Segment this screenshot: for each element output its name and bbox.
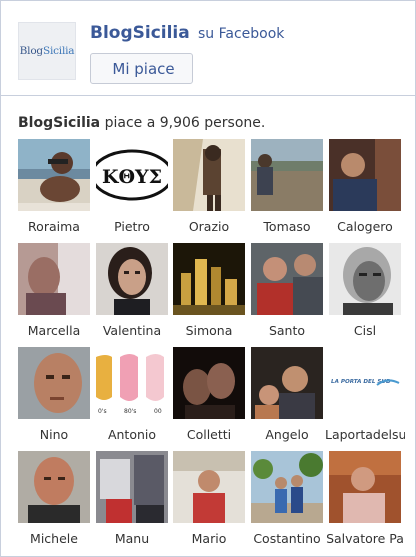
fan-item[interactable]: Nino (18, 347, 92, 451)
fan-item[interactable]: Orazio (173, 139, 247, 243)
fan-photo[interactable] (173, 451, 245, 523)
pietro-photo-text: ΚΘΥΣ (102, 166, 162, 188)
page-name-link[interactable]: BlogSicilia (90, 23, 190, 43)
fan-name[interactable]: Laportadelsud (325, 427, 405, 442)
fan-photo[interactable] (18, 139, 90, 211)
like-button-label: Mi piace (112, 59, 175, 78)
fan-photo[interactable]: LA PORTA DEL SUD (329, 347, 401, 419)
fan-grid: Roraima ΚΘΥΣ Pietro Orazio Tomaso Caloge… (18, 139, 413, 554)
fan-name[interactable]: Orazio (169, 219, 249, 234)
fan-photo[interactable] (173, 139, 245, 211)
fan-photo[interactable] (251, 451, 323, 523)
fan-photo[interactable] (251, 139, 323, 211)
logo-text-blog: Blog (19, 45, 44, 57)
fan-item[interactable]: LA PORTA DEL SUD Laportadelsud (325, 347, 405, 451)
fan-item[interactable]: Simona (173, 243, 247, 347)
fan-name[interactable]: Pietro (92, 219, 172, 234)
fan-photo[interactable] (251, 347, 323, 419)
fan-name[interactable]: Calogero (325, 219, 405, 234)
fan-name[interactable]: Roraima (14, 219, 94, 234)
fan-item[interactable]: Angelo (251, 347, 325, 451)
logo-text-sicilia: Sicilia (42, 45, 75, 57)
page-logo[interactable]: Blog Sicilia (18, 22, 76, 80)
fan-item[interactable]: Valentina (96, 243, 170, 347)
like-count-text: piace a 9,906 persone. (104, 115, 266, 131)
fan-item[interactable]: Roraima (18, 139, 92, 243)
like-box-header: Blog Sicilia BlogSicilia su Facebook Mi p… (1, 1, 415, 96)
antonio-label-0: 0's (98, 408, 107, 415)
fan-photo[interactable] (173, 347, 245, 419)
fan-item[interactable]: Marcella (18, 243, 92, 347)
fan-photo[interactable] (96, 451, 168, 523)
facebook-like-box: Blog Sicilia BlogSicilia su Facebook Mi p… (0, 0, 416, 557)
fan-name[interactable]: Mario (169, 531, 249, 546)
fan-name[interactable]: Antonio (92, 427, 172, 442)
fan-name[interactable]: Angelo (247, 427, 327, 442)
antonio-label-1: 80's (124, 408, 136, 415)
on-facebook-link[interactable]: su Facebook (198, 26, 284, 42)
fan-item[interactable]: Mario (173, 451, 247, 555)
like-count: BlogSicilia piace a 9,906 persone. (18, 115, 265, 131)
fan-name[interactable]: Colletti (169, 427, 249, 442)
fan-name[interactable]: Michele (14, 531, 94, 546)
fan-photo[interactable] (173, 243, 245, 315)
fan-name[interactable]: Tomaso (247, 219, 327, 234)
fan-name[interactable]: Valentina (92, 323, 172, 338)
fan-item[interactable]: Manu (96, 451, 170, 555)
fan-item[interactable]: ΚΘΥΣ Pietro (96, 139, 170, 243)
like-count-page-name: BlogSicilia (18, 115, 101, 131)
like-button[interactable]: Mi piace (90, 53, 193, 84)
fan-item[interactable]: Calogero (329, 139, 403, 243)
fan-photo[interactable] (18, 347, 90, 419)
fan-item[interactable]: Colletti (173, 347, 247, 451)
fan-item[interactable]: 0's 80's 00 Antonio (96, 347, 170, 451)
antonio-label-2: 00 (154, 408, 162, 415)
fan-item[interactable]: Salvatore Pa (326, 451, 404, 555)
fan-name[interactable]: Salvatore Pa (325, 531, 405, 546)
fan-photo[interactable] (329, 451, 401, 523)
fan-photo[interactable] (96, 243, 168, 315)
fan-photo[interactable] (18, 451, 90, 523)
fan-photo[interactable] (18, 243, 90, 315)
fan-photo[interactable]: ΚΘΥΣ (96, 139, 168, 211)
fan-item[interactable]: Santo (251, 243, 325, 347)
fan-item[interactable]: Costantino (251, 451, 325, 555)
fan-name[interactable]: Santo (247, 323, 327, 338)
fan-name[interactable]: Cisl (325, 323, 405, 338)
fan-name[interactable]: Costantino (247, 531, 327, 546)
fan-item[interactable]: Michele (18, 451, 92, 555)
fan-name[interactable]: Manu (92, 531, 172, 546)
fan-name[interactable]: Nino (14, 427, 94, 442)
fan-item[interactable]: Tomaso (251, 139, 325, 243)
fan-photo[interactable]: 0's 80's 00 (96, 347, 168, 419)
fan-photo[interactable] (329, 139, 401, 211)
fan-item[interactable]: Cisl (329, 243, 403, 347)
fan-name[interactable]: Simona (169, 323, 249, 338)
fan-photo[interactable] (329, 243, 401, 315)
fan-name[interactable]: Marcella (14, 323, 94, 338)
fan-photo[interactable] (251, 243, 323, 315)
